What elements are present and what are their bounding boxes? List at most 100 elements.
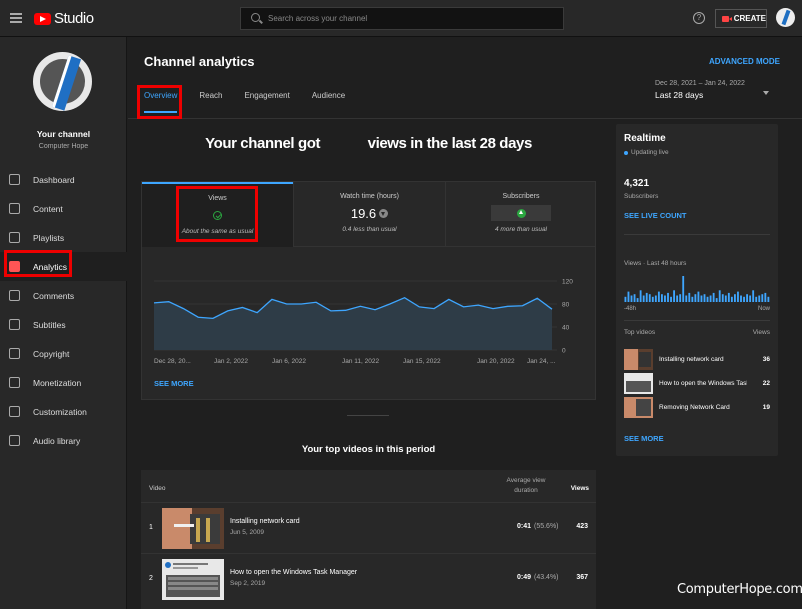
x-tick-label: Jan 20, 2022 (477, 358, 515, 365)
search-input[interactable] (268, 11, 558, 26)
channel-avatar[interactable] (33, 52, 92, 111)
realtime-bar (767, 296, 770, 302)
video-thumbnail (624, 397, 653, 418)
create-button[interactable]: CREATE (715, 9, 767, 28)
arrow-up-icon (516, 208, 526, 218)
date-range-dates: Dec 28, 2021 – Jan 24, 2022 (655, 80, 745, 87)
row-title[interactable]: How to open the Windows Task Manager (230, 569, 357, 576)
realtime-bar (642, 295, 645, 302)
sidebar-item-comments[interactable]: Comments (0, 281, 127, 310)
realtime-bar (654, 295, 657, 302)
realtime-bar (727, 292, 730, 302)
video-thumbnail (624, 373, 653, 394)
realtime-bar (764, 292, 767, 302)
row-title[interactable]: Installing network card (230, 518, 300, 525)
realtime-views-column: Views (752, 329, 770, 336)
realtime-bar (630, 295, 633, 302)
realtime-bar (703, 294, 706, 302)
section-divider (347, 415, 389, 416)
realtime-bar (694, 294, 697, 302)
sidebar-item-label: Comments (33, 290, 75, 301)
hamburger-menu-icon[interactable] (10, 13, 22, 23)
row-duration: 0:41 (516, 523, 531, 530)
row-rank: 1 (149, 524, 153, 531)
realtime-end-label: Now (757, 306, 770, 312)
tab-divider (128, 118, 802, 119)
metric-label: Views (208, 195, 227, 202)
realtime-bar (661, 294, 663, 302)
realtime-see-more-link[interactable]: SEE MORE (624, 434, 664, 443)
table-row[interactable]: 1 Installing network card Jun 5, 2009 0:… (141, 502, 596, 553)
live-dot-icon (624, 150, 628, 155)
realtime-bar (673, 290, 676, 302)
video-thumbnail[interactable] (162, 508, 224, 549)
subtitles-icon (9, 319, 20, 330)
sidebar-item-monetization[interactable]: Monetization (0, 368, 127, 397)
y-tick-label: 80 (562, 302, 570, 309)
video-thumbnail (624, 349, 653, 370)
realtime-title: Realtime (624, 133, 666, 144)
sidebar-item-customization[interactable]: Customization (0, 397, 127, 426)
realtime-video-item[interactable]: Installing network card 36 (624, 349, 770, 370)
see-more-link[interactable]: SEE MORE (154, 379, 194, 388)
metric-watch-time[interactable]: Watch time (hours) 19.6 0.4 less than us… (293, 182, 445, 247)
metric-subscribers[interactable]: Subscribers 4 more than usual (445, 182, 596, 247)
sidebar-item-copyright[interactable]: Copyright (0, 339, 127, 368)
metrics-card: Views About the same as usual Watch time… (141, 181, 596, 400)
realtime-video-title: How to open the Windows Task Manager (659, 380, 747, 387)
tab-reach[interactable]: Reach (199, 91, 222, 115)
realtime-bar (715, 298, 718, 302)
table-row[interactable]: 2 How to open the Windows Task Manager S… (141, 553, 596, 604)
realtime-video-item[interactable]: How to open the Windows Task Manager 22 (624, 373, 770, 394)
chevron-down-icon[interactable] (763, 91, 769, 95)
video-camera-icon (722, 15, 732, 22)
copyright-icon (9, 348, 20, 359)
analytics-tabs: Overview Reach Engagement Audience (144, 91, 367, 115)
metric-views[interactable]: Views About the same as usual (142, 182, 293, 247)
realtime-bar (697, 291, 700, 302)
page-title: Channel analytics (144, 54, 255, 69)
tab-engagement[interactable]: Engagement (244, 91, 289, 115)
realtime-bar (724, 295, 727, 302)
account-avatar[interactable] (776, 8, 795, 27)
x-tick-label: Jan 15, 2022 (403, 358, 441, 365)
realtime-bar (755, 296, 758, 302)
column-header-avg-duration[interactable]: Average view duration (491, 476, 561, 496)
comments-icon (9, 290, 20, 301)
search-box[interactable] (240, 7, 564, 30)
realtime-video-views: 36 (762, 356, 770, 363)
row-views: 423 (576, 523, 588, 530)
realtime-views-chart[interactable] (624, 274, 770, 302)
metric-note: About the same as usual (181, 228, 254, 235)
sidebar-item-content[interactable]: Content (0, 194, 127, 223)
realtime-bar (667, 292, 669, 302)
tab-audience[interactable]: Audience (312, 91, 345, 115)
realtime-bar (670, 296, 672, 302)
realtime-status: Updating live (624, 149, 669, 156)
realtime-divider (624, 234, 770, 235)
realtime-video-item[interactable]: Removing Network Card 19 (624, 397, 770, 418)
sidebar-item-playlists[interactable]: Playlists (0, 223, 127, 252)
y-tick-label: 120 (562, 279, 573, 286)
see-live-count-link[interactable]: SEE LIVE COUNT (624, 211, 687, 220)
advanced-mode-link[interactable]: ADVANCED MODE (709, 57, 780, 66)
playlists-icon (9, 232, 20, 243)
sidebar-item-label: Copyright (33, 348, 70, 359)
realtime-card: Realtime Updating live 4,321 Subscribers… (616, 124, 778, 456)
column-header-views[interactable]: Views (559, 485, 589, 492)
sidebar-item-subtitles[interactable]: Subtitles (0, 310, 127, 339)
help-icon[interactable]: ? (693, 12, 705, 24)
dashboard-icon (9, 174, 20, 185)
date-range-picker[interactable]: Dec 28, 2021 – Jan 24, 2022 Last 28 days (655, 80, 745, 100)
sidebar-item-dashboard[interactable]: Dashboard (0, 165, 127, 194)
x-tick-label: Jan 11, 2022 (342, 358, 379, 365)
video-thumbnail[interactable] (162, 559, 224, 600)
views-chart[interactable]: 120 80 40 0 Dec 28, 20... Jan 2, 2022 Jan 6, 2… (142, 267, 597, 367)
sidebar-item-analytics[interactable]: Analytics (0, 252, 127, 281)
tab-overview[interactable]: Overview (144, 91, 178, 115)
realtime-video-views: 19 (762, 404, 770, 411)
studio-logo[interactable]: Studio (34, 10, 94, 27)
sidebar-item-audio-library[interactable]: Audio library (0, 426, 127, 455)
realtime-bar (709, 295, 712, 302)
realtime-bar (679, 294, 682, 302)
